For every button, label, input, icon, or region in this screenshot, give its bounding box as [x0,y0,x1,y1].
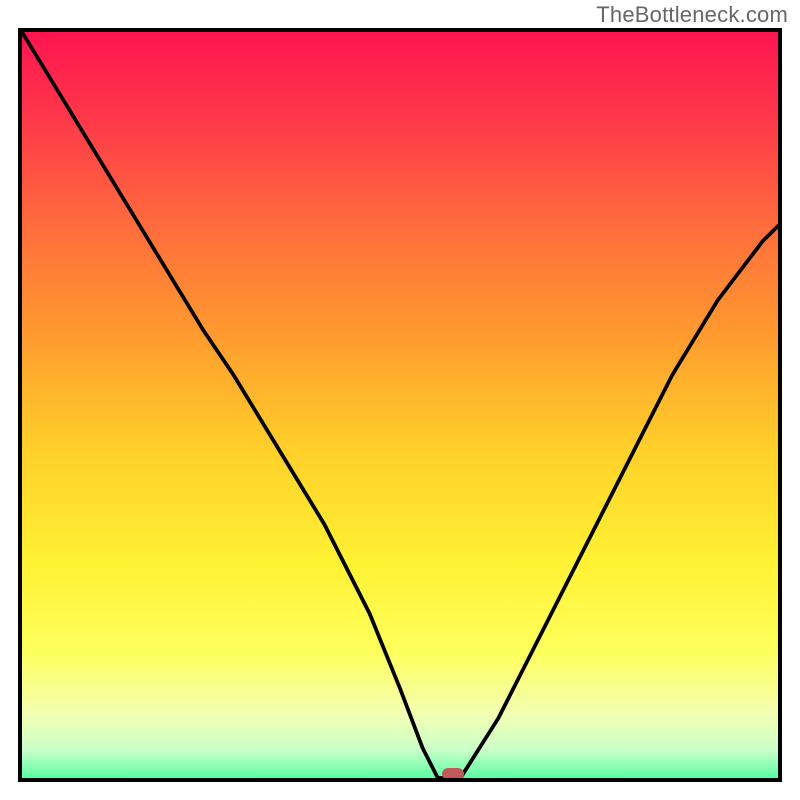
bottleneck-curve [22,32,778,778]
minimum-marker [442,768,464,780]
watermark-text: TheBottleneck.com [596,2,788,28]
chart-frame [18,28,782,782]
